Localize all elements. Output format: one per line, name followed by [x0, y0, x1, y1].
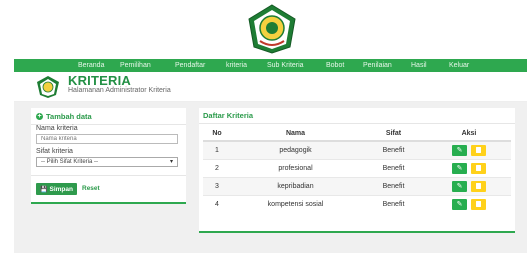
edit-button[interactable]: ✎ — [452, 180, 467, 192]
delete-button[interactable] — [471, 144, 486, 156]
page-subtitle: Halamanan Administrator Kriteria — [68, 87, 171, 94]
form-title: Tambah data — [46, 112, 92, 121]
edit-button[interactable]: ✎ — [452, 198, 467, 210]
nav-sub-kriteria[interactable]: Sub Kriteria — [267, 62, 304, 69]
pencil-icon: ✎ — [456, 200, 463, 208]
table-row: 1 pedagogik Benefit ✎ — [203, 140, 511, 159]
sifat-kriteria-label: Sifat kriteria — [36, 148, 73, 155]
sifat-kriteria-select[interactable]: -- Pilih Sifat Kriteria -- ▾ — [36, 157, 178, 167]
nav-hasil[interactable]: Hasil — [411, 62, 427, 69]
row-sifat: Benefit — [360, 158, 427, 177]
save-label: Simpan — [49, 185, 73, 193]
nav-pendaftar[interactable]: Pendaftar — [175, 62, 205, 69]
pencil-icon: ✎ — [456, 164, 463, 172]
nav-keluar[interactable]: Keluar — [449, 62, 469, 69]
page-title: KRITERIA — [68, 73, 131, 88]
add-form-panel: + Tambah data Nama kriteria Sifat kriter… — [31, 108, 186, 204]
nav-kriteria[interactable]: kriteria — [226, 62, 247, 69]
form-title-row: + Tambah data — [36, 112, 92, 121]
row-no: 2 — [203, 158, 231, 177]
table-row: 4 kompetensi sosial Benefit ✎ — [203, 194, 511, 213]
nama-kriteria-input[interactable] — [36, 134, 178, 144]
column-header-no: No — [203, 127, 231, 142]
emblem-logo — [37, 76, 59, 98]
row-nama: kepribadian — [231, 176, 360, 195]
row-nama: pedagogik — [231, 140, 360, 159]
row-actions: ✎ — [427, 158, 511, 177]
table-row: 3 kepribadian Benefit ✎ — [203, 176, 511, 195]
row-sifat: Benefit — [360, 140, 427, 159]
column-header-aksi: Aksi — [427, 127, 511, 142]
trash-icon — [476, 147, 481, 154]
row-actions: ✎ — [427, 140, 511, 159]
delete-button[interactable] — [471, 162, 486, 174]
sifat-selected-value: -- Pilih Sifat Kriteria -- — [41, 159, 99, 165]
row-sifat: Benefit — [360, 176, 427, 195]
trash-icon — [476, 201, 481, 208]
nama-kriteria-label: Nama kriteria — [36, 125, 78, 132]
kriteria-list-panel: Daftar Kriteria No Nama Sifat Aksi 1 ped… — [199, 108, 515, 233]
nav-bobot[interactable]: Bobot — [326, 62, 344, 69]
save-button[interactable]: 💾 Simpan — [36, 183, 77, 195]
list-title: Daftar Kriteria — [203, 111, 254, 120]
row-actions: ✎ — [427, 194, 511, 213]
trash-icon — [476, 165, 481, 171]
row-nama: profesional — [231, 158, 360, 177]
save-icon: 💾 — [40, 186, 48, 193]
edit-button[interactable]: ✎ — [452, 144, 467, 156]
trash-icon — [476, 183, 481, 189]
emblem-logo — [248, 4, 296, 54]
divider — [199, 123, 515, 124]
row-nama: kompetensi sosial — [231, 194, 360, 213]
row-no: 4 — [203, 194, 231, 213]
column-header-sifat: Sifat — [360, 127, 427, 142]
pencil-icon: ✎ — [456, 146, 463, 154]
row-actions: ✎ — [427, 176, 511, 195]
row-no: 3 — [203, 176, 231, 195]
nav-pemilihan[interactable]: Pemilihan — [120, 62, 151, 69]
chevron-down-icon: ▾ — [169, 159, 173, 165]
kriteria-table: No Nama Sifat Aksi 1 pedagogik Benefit ✎ — [203, 127, 511, 213]
nav-penilaian[interactable]: Penilaian — [363, 62, 392, 69]
delete-button[interactable] — [471, 198, 486, 210]
delete-button[interactable] — [471, 180, 486, 192]
reset-button[interactable]: Reset — [82, 185, 100, 192]
nav-beranda[interactable]: Beranda — [78, 62, 104, 69]
table-header-row: No Nama Sifat Aksi — [203, 127, 511, 142]
edit-button[interactable]: ✎ — [452, 162, 467, 174]
row-sifat: Benefit — [360, 194, 427, 213]
divider — [31, 175, 186, 176]
page-header: KRITERIA Halamanan Administrator Kriteri… — [14, 72, 527, 102]
table-row: 2 profesional Benefit ✎ — [203, 158, 511, 177]
main-navbar: Beranda Pemilihan Pendaftar kriteria Sub… — [14, 59, 527, 72]
row-no: 1 — [203, 140, 231, 159]
plus-circle-icon: + — [36, 113, 43, 120]
column-header-nama: Nama — [231, 127, 360, 142]
pencil-icon: ✎ — [456, 182, 463, 190]
